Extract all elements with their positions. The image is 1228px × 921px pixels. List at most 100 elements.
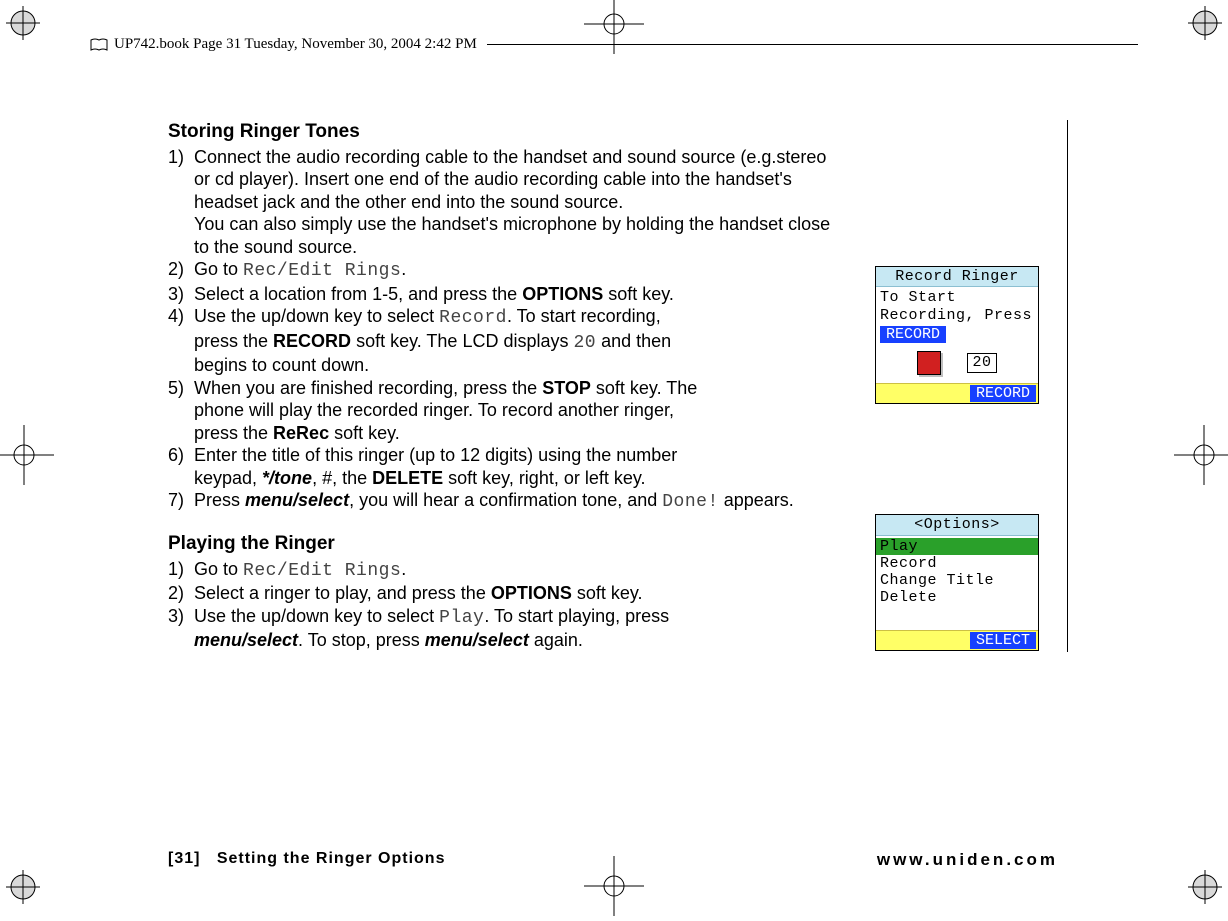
step-text: Select a location from 1-5, and press th…: [194, 284, 522, 304]
step-text: soft key, right, or left key.: [443, 468, 645, 488]
lcd-title: Record Ringer: [876, 267, 1038, 287]
step-text: press the: [194, 423, 273, 443]
menu-item-change-title: Change Title: [876, 572, 1038, 589]
step-4: 4) Use the up/down key to select Record.…: [168, 305, 855, 377]
step-text: . To stop, press: [298, 630, 425, 650]
lcd-line: To Start: [876, 289, 1038, 306]
step-number: 7): [168, 489, 194, 512]
step-number: 2): [168, 258, 194, 281]
step-text: .: [401, 259, 406, 279]
step-text: headset jack and the other end into the …: [194, 192, 623, 212]
section-title: Setting the Ringer Options: [217, 850, 446, 867]
menu-item-play: Play: [876, 538, 1038, 555]
softkey-select: SELECT: [970, 632, 1036, 649]
step-text: . To start recording,: [507, 306, 661, 326]
step-text: Use the up/down key to select: [194, 306, 439, 326]
crop-mark-icon: [6, 870, 40, 904]
lcd-text: Record: [439, 308, 507, 328]
step-text: , #, the: [312, 468, 372, 488]
step-1: 1) Connect the audio recording cable to …: [168, 146, 855, 259]
lcd-softkey-bar: RECORD: [876, 383, 1038, 403]
step-text: soft key.: [572, 583, 643, 603]
step-text: When you are finished recording, press t…: [194, 378, 542, 398]
softkey-record: RECORD: [970, 385, 1036, 402]
step-text: phone will play the recorded ringer. To …: [194, 400, 674, 420]
footer-url: www.uniden.com: [877, 850, 1058, 870]
step-number: 1): [168, 146, 194, 169]
step-text: Go to: [194, 259, 243, 279]
step-5: 5) When you are finished recording, pres…: [168, 377, 855, 445]
lcd-text: 20: [574, 333, 597, 353]
step-text: Press: [194, 490, 245, 510]
record-icon: [917, 351, 941, 375]
heading-playing: Playing the Ringer: [168, 532, 855, 556]
lcd-options-menu: <Options> Play Record Change Title Delet…: [875, 514, 1039, 651]
step-text: Enter the title of this ringer (up to 12…: [194, 445, 677, 465]
step-number: 4): [168, 305, 194, 328]
step-6: 6) Enter the title of this ringer (up to…: [168, 444, 855, 489]
step-7: 7) Press menu/select, you will hear a co…: [168, 489, 855, 514]
step-number: 5): [168, 377, 194, 400]
heading-storing: Storing Ringer Tones: [168, 120, 855, 144]
step-text: .: [401, 559, 406, 579]
page-footer: [31] Setting the Ringer Options www.unid…: [168, 850, 1058, 870]
step-2: 2) Go to Rec/Edit Rings.: [168, 258, 855, 283]
lcd-text: Rec/Edit Rings: [243, 261, 401, 281]
lcd-record-ringer: Record Ringer To Start Recording, Press …: [875, 266, 1039, 404]
step-text: soft key. The LCD displays: [351, 331, 573, 351]
lcd-text: Done!: [662, 492, 719, 512]
key-label: */tone: [262, 468, 312, 488]
lcd-text: Rec/Edit Rings: [243, 561, 401, 581]
softkey-label: ReRec: [273, 423, 329, 443]
registration-mark-icon: [0, 425, 54, 485]
key-label: menu/select: [245, 490, 349, 510]
step-text: soft key.: [329, 423, 400, 443]
step-text: Use the up/down key to select: [194, 606, 439, 626]
step-number: 3): [168, 283, 194, 306]
menu-item-delete: Delete: [876, 589, 1038, 606]
crop-mark-icon: [1188, 870, 1222, 904]
step-number: 3): [168, 605, 194, 628]
header-runner-text: UP742.book Page 31 Tuesday, November 30,…: [114, 36, 477, 53]
step-text: again.: [529, 630, 583, 650]
step-number: 6): [168, 444, 194, 467]
play-step-1: 1) Go to Rec/Edit Rings.: [168, 558, 855, 583]
key-label: menu/select: [194, 630, 298, 650]
header-rule: [487, 44, 1138, 45]
step-text: appears.: [719, 490, 794, 510]
step-3: 3) Select a location from 1-5, and press…: [168, 283, 855, 306]
step-text: press the: [194, 331, 273, 351]
softkey-label: OPTIONS: [522, 284, 603, 304]
play-step-2: 2) Select a ringer to play, and press th…: [168, 582, 855, 605]
crop-mark-icon: [1188, 6, 1222, 40]
lcd-record-pill: RECORD: [880, 326, 946, 343]
step-text: Go to: [194, 559, 243, 579]
book-icon: [90, 38, 108, 52]
softkey-label: OPTIONS: [491, 583, 572, 603]
step-text: Connect the audio recording cable to the…: [194, 147, 826, 167]
step-text: and then: [596, 331, 671, 351]
registration-mark-icon: [1174, 425, 1228, 485]
step-text: soft key.: [603, 284, 674, 304]
lcd-title: <Options>: [876, 515, 1038, 535]
step-text: or cd player). Insert one end of the aud…: [194, 169, 792, 189]
page-body: Storing Ringer Tones 1) Connect the audi…: [168, 120, 1068, 652]
step-number: 1): [168, 558, 194, 581]
crop-mark-icon: [6, 6, 40, 40]
menu-item-record: Record: [876, 555, 1038, 572]
softkey-label: DELETE: [372, 468, 443, 488]
step-text: begins to count down.: [194, 355, 369, 375]
step-text: You can also simply use the handset's mi…: [194, 214, 830, 234]
step-text: Select a ringer to play, and press the: [194, 583, 491, 603]
step-number: 2): [168, 582, 194, 605]
page-number: [31]: [168, 850, 200, 867]
softkey-label: STOP: [542, 378, 591, 398]
step-text: soft key. The: [591, 378, 697, 398]
softkey-label: RECORD: [273, 331, 351, 351]
play-step-3: 3) Use the up/down key to select Play. T…: [168, 605, 855, 652]
lcd-line: Recording, Press: [876, 307, 1038, 324]
step-text: , you will hear a confirmation tone, and: [349, 490, 662, 510]
step-text: keypad,: [194, 468, 262, 488]
countdown-value: 20: [967, 353, 996, 372]
page-header: UP742.book Page 31 Tuesday, November 30,…: [90, 36, 1138, 53]
